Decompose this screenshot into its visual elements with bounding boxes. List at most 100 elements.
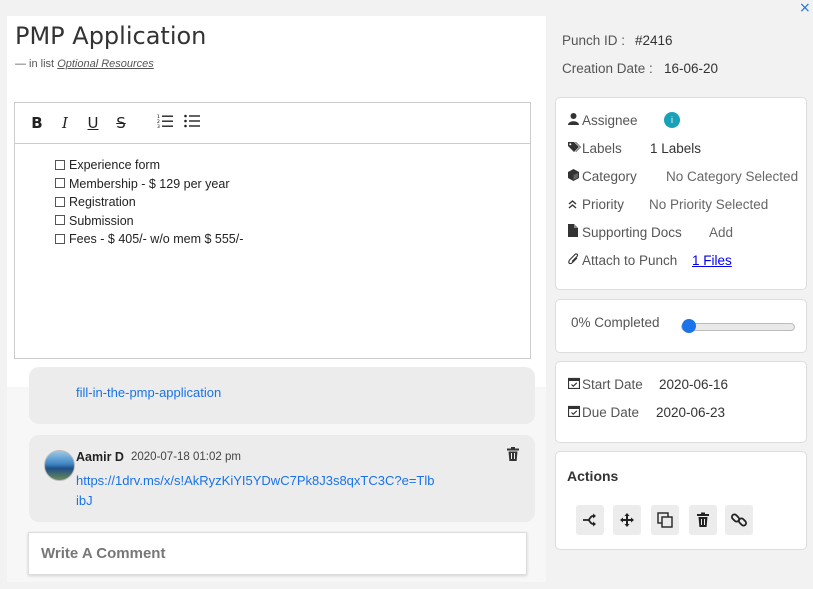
close-button[interactable]: × — [799, 0, 811, 16]
ordered-list-icon: 123 — [157, 114, 173, 130]
trash-icon — [507, 447, 519, 461]
copy-icon — [657, 512, 673, 528]
checklist-text: Fees - $ 405/- w/o mem $ 555/- — [69, 232, 244, 246]
checkbox-icon[interactable] — [55, 233, 65, 244]
creation-date-value: 16-06-20 — [664, 61, 719, 76]
italic-button[interactable]: I — [55, 113, 75, 133]
list-link[interactable]: Optional Resources — [57, 58, 154, 70]
checkbox-icon[interactable] — [55, 196, 65, 207]
double-chevron-up-icon — [568, 197, 580, 212]
start-date-row[interactable]: Start Date 2020-06-16 — [567, 377, 728, 395]
rich-text-editor[interactable]: B I U S 123 Experience form Membership -… — [14, 102, 531, 359]
comment-card: fill-in-the-pmp-application — [29, 367, 535, 424]
checklist-item: Fees - $ 405/- w/o mem $ 555/- — [55, 230, 530, 249]
checklist-text: Submission — [69, 213, 134, 228]
progress-slider[interactable] — [681, 319, 795, 333]
comment-link[interactable]: fill-in-the-pmp-application — [76, 385, 221, 400]
category-label: Category — [582, 169, 637, 184]
dates-card: Start Date 2020-06-16 Due Date 2020-06-2… — [555, 361, 807, 443]
labels-row[interactable]: Labels 1 Labels — [568, 141, 701, 159]
comment-timestamp: 2020-07-18 01:02 pm — [131, 451, 241, 463]
supporting-docs-add[interactable]: Add — [709, 225, 733, 240]
assignee-row[interactable]: Assignee i — [568, 112, 680, 131]
bold-button[interactable]: B — [27, 113, 47, 133]
slider-handle[interactable] — [682, 319, 696, 333]
checklist-text: Experience form — [69, 158, 161, 172]
page-title: PMP Application — [15, 22, 207, 50]
progress-label: 0% Completed — [571, 315, 660, 330]
trash-icon — [697, 512, 709, 527]
split-icon — [583, 513, 596, 527]
comment-author: Aamir D — [76, 450, 124, 464]
strikethrough-button[interactable]: S — [111, 113, 131, 133]
comment-card: Aamir D 2020-07-18 01:02 pm https://1drv… — [29, 435, 535, 522]
comments-section: fill-in-the-pmp-application Aamir D 2020… — [7, 367, 546, 582]
punch-id-row: Punch ID : #2416 — [562, 33, 673, 48]
move-button[interactable] — [613, 505, 641, 535]
user-icon — [568, 112, 580, 128]
attach-files-link[interactable]: 1 Files — [692, 253, 732, 268]
ordered-list-button[interactable]: 123 — [155, 113, 175, 133]
creation-date-row: Creation Date : 16-06-20 — [562, 61, 718, 76]
category-row[interactable]: Category No Category Selected — [568, 168, 798, 187]
bullet-list-icon — [184, 114, 200, 128]
cube-icon — [568, 168, 580, 184]
attach-row[interactable]: Attach to Punch 1 Files — [568, 253, 732, 271]
avatar — [44, 450, 75, 481]
checklist-text: Registration — [69, 195, 136, 209]
svg-text:3: 3 — [157, 124, 160, 128]
editor-content[interactable]: Experience form Membership - $ 129 per y… — [15, 144, 530, 249]
checklist-text: Membership - $ 129 per year — [69, 176, 230, 191]
checklist-item: Submission — [55, 212, 530, 231]
editor-toolbar: B I U S 123 — [15, 103, 530, 144]
checkbox-icon[interactable] — [55, 159, 65, 170]
checklist-item: Experience form — [55, 156, 530, 175]
supporting-docs-row[interactable]: Supporting Docs Add — [568, 224, 733, 243]
punch-id-label: Punch ID : — [562, 33, 626, 48]
labels-value[interactable]: 1 Labels — [650, 141, 701, 156]
progress-card: 0% Completed — [555, 299, 807, 353]
due-date-value[interactable]: 2020-06-23 — [656, 405, 725, 420]
checklist-item: Registration — [55, 193, 530, 212]
list-breadcrumb: — in list Optional Resources — [15, 58, 154, 70]
task-editor-panel: PMP Application — in list Optional Resou… — [7, 16, 546, 582]
calendar-check-icon — [567, 405, 581, 420]
start-date-label: Start Date — [582, 377, 643, 392]
actions-card: Actions — [555, 451, 807, 550]
category-value[interactable]: No Category Selected — [666, 169, 798, 184]
supporting-docs-label: Supporting Docs — [582, 225, 682, 240]
comment-input-box — [28, 532, 533, 575]
calendar-check-icon — [567, 377, 581, 392]
priority-label: Priority — [582, 197, 625, 212]
comment-link[interactable]: https://1drv.ms/x/s!AkRyzKiYI5YDwC7Pk8J3… — [76, 471, 436, 511]
underline-button[interactable]: U — [83, 113, 103, 133]
checkbox-icon[interactable] — [55, 215, 65, 226]
start-date-value[interactable]: 2020-06-16 — [659, 377, 728, 392]
checkbox-icon[interactable] — [55, 178, 65, 189]
priority-row[interactable]: Priority No Priority Selected — [568, 197, 768, 215]
link-button[interactable] — [725, 505, 753, 535]
priority-value[interactable]: No Priority Selected — [649, 197, 768, 212]
in-list-prefix: — in list — [15, 58, 55, 70]
delete-button[interactable] — [689, 505, 717, 535]
creation-date-label: Creation Date : — [562, 61, 653, 76]
link-icon — [731, 513, 747, 527]
punch-id-value: #2416 — [635, 33, 673, 48]
labels-label: Labels — [582, 141, 622, 156]
paperclip-icon — [568, 253, 580, 268]
copy-button[interactable] — [651, 505, 679, 535]
delete-comment-button[interactable] — [507, 447, 519, 461]
assignee-badge[interactable]: i — [664, 112, 680, 128]
comment-input[interactable] — [29, 533, 533, 574]
bullet-list-button[interactable] — [182, 113, 202, 133]
details-card: Assignee i Labels 1 Labels Category No C… — [555, 97, 807, 290]
file-icon — [568, 224, 580, 240]
due-date-label: Due Date — [582, 405, 640, 420]
actions-title: Actions — [567, 468, 619, 484]
due-date-row[interactable]: Due Date 2020-06-23 — [567, 405, 725, 423]
split-button[interactable] — [576, 505, 604, 535]
assignee-label: Assignee — [582, 113, 638, 128]
tags-icon — [568, 141, 581, 156]
attach-label: Attach to Punch — [582, 253, 678, 268]
move-icon — [620, 513, 634, 527]
